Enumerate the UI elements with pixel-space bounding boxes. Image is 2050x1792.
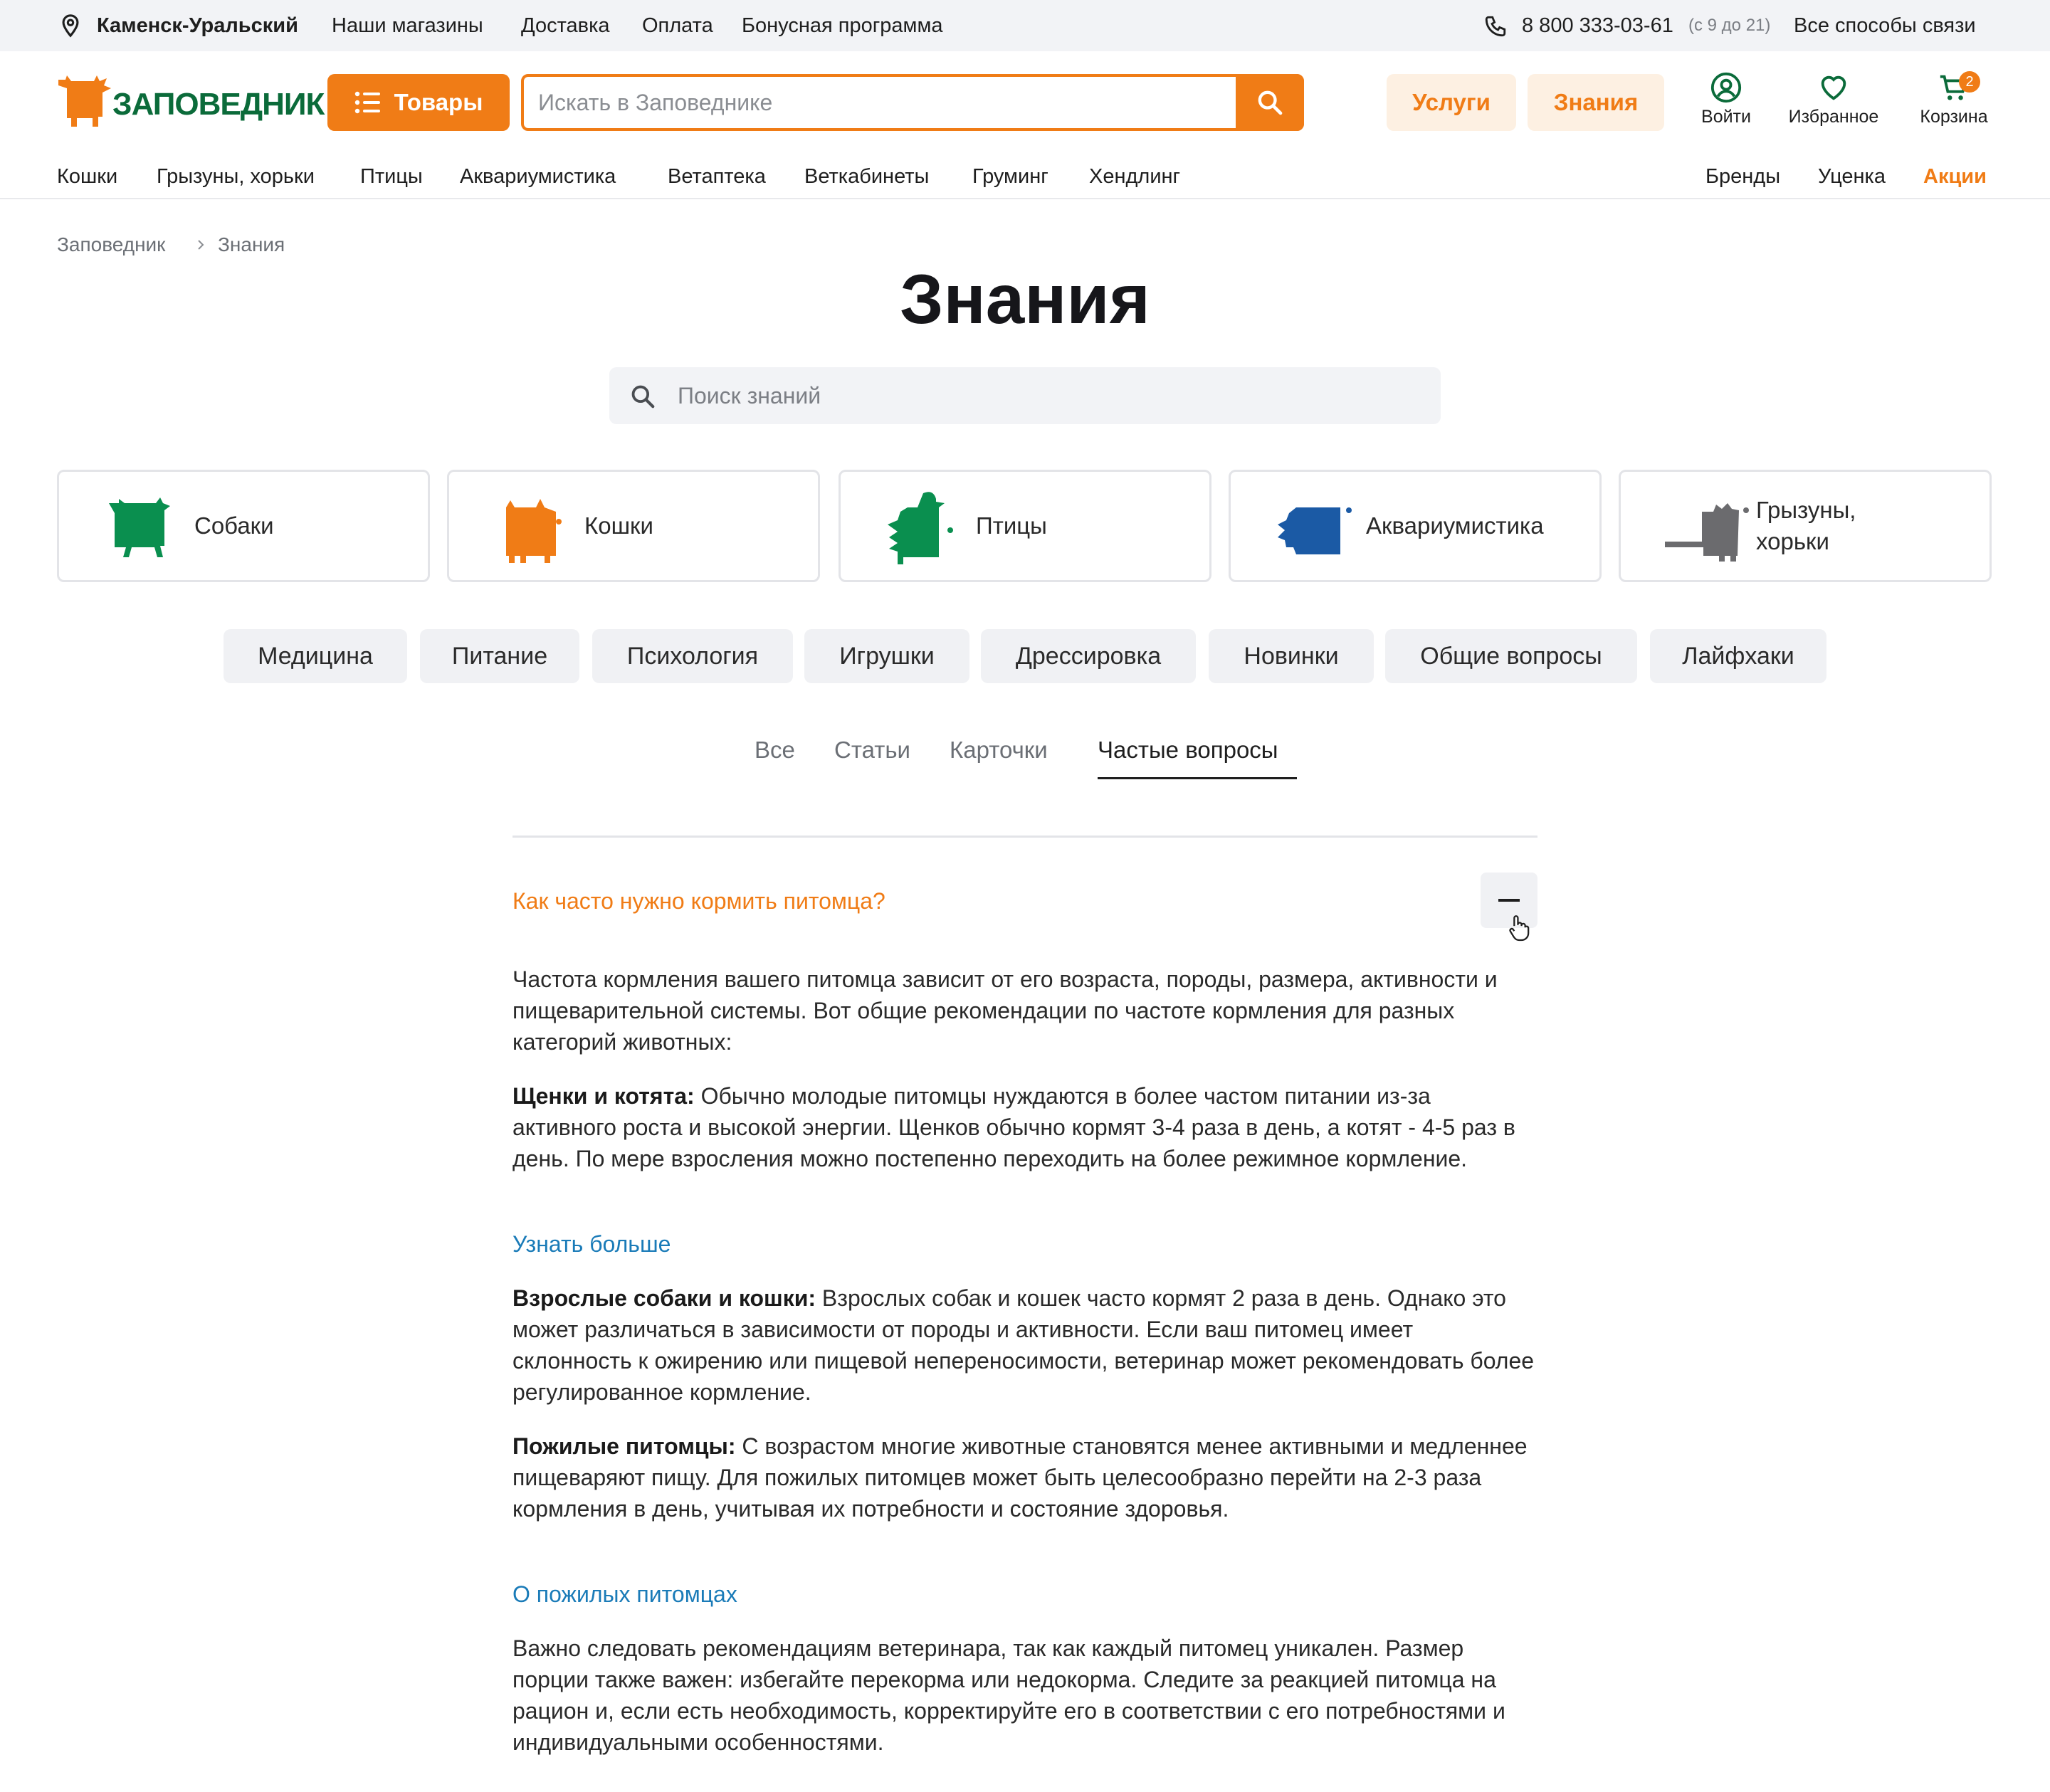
logo-mark-icon — [58, 75, 111, 127]
category-label-aquarium: Аквариумистика — [1366, 512, 1544, 539]
tab-cards[interactable]: Карточки — [950, 732, 1048, 769]
faq-divider — [512, 836, 1538, 838]
phone-number[interactable]: 8 800 333-03-61 — [1522, 0, 1673, 51]
faq-young-paragraph: Щенки и котята: Обычно молодые питомцы н… — [512, 1080, 1538, 1174]
category-card-dogs[interactable]: Собаки — [57, 470, 430, 582]
nav-item-vet-clinics[interactable]: Веткабинеты — [804, 161, 929, 192]
active-tab-indicator — [1098, 777, 1297, 779]
nav-item-promo[interactable]: Акции — [1923, 161, 1987, 192]
city-selector[interactable]: Каменск-Уральский — [97, 0, 298, 51]
faq-question[interactable]: Как часто нужно кормить питомца? — [512, 884, 885, 918]
search-icon — [631, 385, 655, 409]
nav-item-aquarium[interactable]: Аквариумистика — [460, 161, 616, 192]
category-label-birds: Птицы — [976, 512, 1047, 539]
cart-count-badge: 2 — [1959, 71, 1980, 93]
faq-adult-paragraph: Взрослые собаки и кошки: Взрослых собак … — [512, 1282, 1538, 1408]
category-card-rodents[interactable]: Грызуны, хорьки — [1619, 470, 1992, 582]
nav-item-rodents[interactable]: Грызуны, хорьки — [157, 161, 315, 192]
category-card-birds[interactable]: Птицы — [839, 470, 1211, 582]
nav-item-cats[interactable]: Кошки — [57, 161, 117, 192]
topbar-link-delivery[interactable]: Доставка — [521, 0, 610, 51]
topic-tag-lifehacks[interactable]: Лайфхаки — [1650, 629, 1826, 683]
site-search — [521, 74, 1304, 131]
topbar-link-bonus[interactable]: Бонусная программа — [742, 0, 943, 51]
faq-adult-title: Взрослые собаки и кошки: — [512, 1285, 816, 1311]
tab-all[interactable]: Все — [755, 732, 795, 769]
top-bar: Каменск-Уральский Наши магазины Доставка… — [0, 0, 2050, 51]
faq-intro: Частота кормления вашего питомца зависит… — [512, 966, 1498, 1055]
goods-button-label: Товары — [394, 89, 483, 115]
topbar-link-payment[interactable]: Оплата — [642, 0, 713, 51]
nav-item-discount[interactable]: Уценка — [1818, 161, 1886, 192]
nav-item-grooming[interactable]: Груминг — [972, 161, 1048, 192]
page-title: Знания — [900, 260, 1150, 338]
faq-outro: Важно следовать рекомендациям ветеринара… — [512, 1635, 1505, 1755]
cat-icon — [506, 499, 562, 563]
category-card-aquarium[interactable]: Аквариумистика — [1229, 470, 1602, 582]
favorites-label: Избранное — [1788, 107, 1879, 127]
search-button[interactable] — [1236, 74, 1304, 131]
list-icon — [354, 91, 380, 114]
topic-tag-nutrition[interactable]: Питание — [420, 629, 579, 683]
login-label: Войти — [1701, 107, 1751, 127]
phone-hours: (с 9 до 21) — [1688, 16, 1771, 35]
category-card-cats[interactable]: Кошки — [447, 470, 820, 582]
cart-label: Корзина — [1920, 107, 1988, 127]
tab-articles[interactable]: Статьи — [834, 732, 910, 769]
phone-icon — [1485, 16, 1506, 37]
category-label-cats: Кошки — [584, 512, 653, 539]
category-label-dogs: Собаки — [194, 512, 274, 539]
logo[interactable]: ЗАПОВЕДНИК — [57, 74, 325, 132]
site-search-input[interactable] — [537, 77, 1249, 128]
dog-icon — [109, 497, 170, 557]
location-pin-icon — [62, 14, 79, 38]
faq-senior-title: Пожилые питомцы: — [512, 1433, 736, 1459]
senior-pets-link[interactable]: О пожилых питомцах — [512, 1578, 737, 1610]
topbar-link-stores[interactable]: Наши магазины — [332, 0, 483, 51]
knowledge-search-input[interactable] — [676, 367, 1416, 424]
minus-icon — [1498, 899, 1520, 902]
topic-tag-training[interactable]: Дрессировка — [981, 629, 1196, 683]
heart-icon — [1821, 75, 1846, 100]
logo-text: ЗАПОВЕДНИК — [112, 87, 325, 122]
user-icon — [1710, 72, 1742, 103]
search-icon — [1258, 90, 1283, 115]
faq-senior-paragraph: Пожилые питомцы: С возрастом многие живо… — [512, 1430, 1538, 1524]
nav-item-handling[interactable]: Хендлинг — [1089, 161, 1180, 192]
nav-item-brands[interactable]: Бренды — [1705, 161, 1780, 192]
topic-tag-medicine[interactable]: Медицина — [224, 629, 407, 683]
nav-item-pharmacy[interactable]: Ветаптека — [668, 161, 766, 192]
knowledge-button[interactable]: Знания — [1528, 74, 1664, 131]
hand-cursor-icon — [1509, 915, 1530, 942]
cart-button[interactable]: 2 Корзина — [1915, 71, 1993, 127]
services-button[interactable]: Услуги — [1387, 74, 1516, 131]
tab-faq[interactable]: Частые вопросы — [1098, 732, 1278, 769]
topic-tag-new[interactable]: Новинки — [1209, 629, 1374, 683]
category-label-rodents: Грызуны, хорьки — [1756, 497, 1856, 554]
learn-more-link[interactable]: Узнать больше — [512, 1228, 671, 1260]
rodent-icon — [1665, 503, 1749, 562]
knowledge-search — [609, 367, 1441, 424]
contacts-link[interactable]: Все способы связи — [1794, 0, 1976, 51]
nav-item-birds[interactable]: Птицы — [360, 161, 423, 192]
goods-catalog-button[interactable]: Товары — [327, 74, 510, 131]
favorites-button[interactable]: Избранное — [1781, 71, 1886, 127]
nav-divider — [0, 198, 2050, 199]
topic-tag-psychology[interactable]: Психология — [592, 629, 793, 683]
topic-tag-toys[interactable]: Игрушки — [804, 629, 969, 683]
fish-icon — [1278, 507, 1352, 554]
bird-icon — [888, 492, 953, 564]
topic-tag-general[interactable]: Общие вопросы — [1385, 629, 1637, 683]
login-button[interactable]: Войти — [1687, 71, 1765, 127]
faq-young-title: Щенки и котята: — [512, 1083, 695, 1109]
faq-collapse-button[interactable] — [1481, 873, 1538, 942]
